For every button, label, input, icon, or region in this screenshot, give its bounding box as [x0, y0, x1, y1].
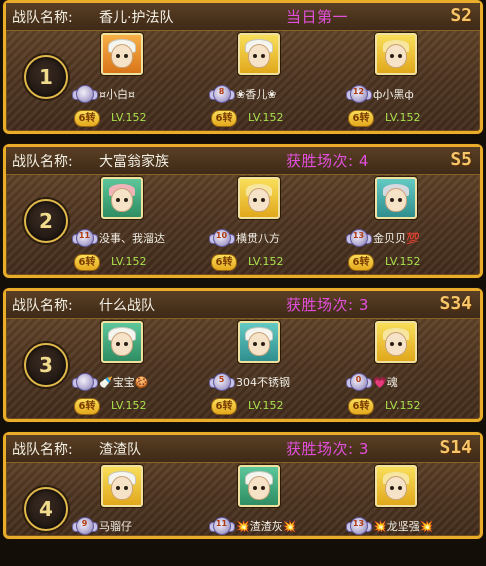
member-slot[interactable]: 5 304不锈钢 6转 LV.152 — [209, 318, 351, 422]
team-card-1[interactable]: 战队名称: 香儿·护法队 当日第一 S2 1 ¤小白¤ 6转 LV.152 8 … — [3, 0, 483, 134]
player-avatar[interactable] — [101, 465, 143, 507]
rank-badge: 4 — [24, 487, 68, 531]
member-slot[interactable]: 11 💥渣渣灰💥 — [209, 462, 351, 566]
player-level: LV.152 — [248, 111, 284, 124]
team-name-label: 战队名称: — [12, 442, 73, 458]
player-avatar[interactable] — [375, 33, 417, 75]
team-status: 当日第一 — [286, 8, 349, 26]
team-header: 战队名称: 大富翁家族 获胜场次: 4 S5 — [6, 147, 480, 175]
player-avatar[interactable] — [375, 177, 417, 219]
player-name: 💥龙坚强💥 — [373, 520, 434, 533]
server-tag: S34 — [439, 293, 472, 314]
member-slot[interactable]: 11 没事、我溜达 6转 LV.152 — [72, 174, 214, 278]
vip-badge-icon: 10 — [209, 228, 235, 248]
player-avatar[interactable] — [238, 177, 280, 219]
member-slot[interactable]: 10 横贯八方 6转 LV.152 — [209, 174, 351, 278]
team-status: 获胜场次: 3 — [286, 296, 369, 314]
player-level: LV.152 — [111, 255, 147, 268]
rank-badge: 3 — [24, 343, 68, 387]
server-tag: S2 — [450, 5, 472, 26]
team-name-label: 战队名称: — [12, 298, 73, 314]
rebirth-badge: 6转 — [74, 398, 100, 415]
team-card-3[interactable]: 战队名称: 什么战队 获胜场次: 3 S34 3 🍼宝宝🍪 6转 LV.152 … — [3, 288, 483, 422]
vip-badge-icon: 11 — [72, 228, 98, 248]
player-name: 💥渣渣灰💥 — [236, 520, 297, 533]
player-level: LV.152 — [248, 399, 284, 412]
player-name: ¤小白¤ — [99, 88, 135, 101]
vip-badge-icon — [72, 372, 98, 392]
team-card-4[interactable]: 战队名称: 渣渣队 获胜场次: 3 S14 4 9 马骝仔 11 💥渣渣灰💥 1… — [3, 432, 483, 539]
team-name: 大富翁家族 — [99, 154, 169, 170]
team-name: 渣渣队 — [99, 442, 141, 458]
rebirth-badge: 6转 — [348, 110, 374, 127]
player-avatar[interactable] — [238, 321, 280, 363]
team-card-2[interactable]: 战队名称: 大富翁家族 获胜场次: 4 S5 2 11 没事、我溜达 6转 LV… — [3, 144, 483, 278]
player-name: 🍼宝宝🍪 — [99, 376, 149, 389]
player-name: 横贯八方 — [236, 232, 280, 245]
team-ranking-board: 战队名称: 香儿·护法队 当日第一 S2 1 ¤小白¤ 6转 LV.152 8 … — [0, 0, 486, 539]
rank-badge: 2 — [24, 199, 68, 243]
player-avatar[interactable] — [238, 465, 280, 507]
player-level: LV.152 — [385, 399, 421, 412]
vip-badge-icon: 0 — [346, 372, 372, 392]
vip-badge-icon: 13 — [346, 516, 372, 536]
rebirth-badge: 6转 — [74, 254, 100, 271]
player-name: 304不锈钢 — [236, 376, 290, 389]
member-slot[interactable]: 13 💥龙坚强💥 — [346, 462, 486, 566]
team-status: 获胜场次: 4 — [286, 152, 369, 170]
vip-badge-icon: 8 — [209, 84, 235, 104]
player-name: ❀香儿❀ — [236, 88, 277, 101]
team-header: 战队名称: 渣渣队 获胜场次: 3 S14 — [6, 435, 480, 463]
player-level: LV.152 — [111, 111, 147, 124]
player-avatar[interactable] — [375, 321, 417, 363]
member-slot[interactable]: 13 金贝贝💯 6转 LV.152 — [346, 174, 486, 278]
player-avatar[interactable] — [375, 465, 417, 507]
vip-badge-icon: 11 — [209, 516, 235, 536]
rebirth-badge: 6转 — [211, 254, 237, 271]
vip-badge-icon — [72, 84, 98, 104]
player-name: 💗魂 — [373, 376, 398, 389]
team-header: 战队名称: 香儿·护法队 当日第一 S2 — [6, 3, 480, 31]
player-name: 没事、我溜达 — [99, 232, 165, 245]
member-slot[interactable]: 8 ❀香儿❀ 6转 LV.152 — [209, 30, 351, 134]
team-name-label: 战队名称: — [12, 154, 73, 170]
team-name: 什么战队 — [99, 298, 155, 314]
player-name: ф小黑ф — [373, 88, 414, 101]
vip-badge-icon: 12 — [346, 84, 372, 104]
player-level: LV.152 — [248, 255, 284, 268]
server-tag: S5 — [450, 149, 472, 170]
player-name: 马骝仔 — [99, 520, 132, 533]
player-avatar[interactable] — [101, 321, 143, 363]
member-slot[interactable]: ¤小白¤ 6转 LV.152 — [72, 30, 214, 134]
member-slot[interactable]: 9 马骝仔 — [72, 462, 214, 566]
rebirth-badge: 6转 — [348, 254, 374, 271]
vip-badge-icon: 9 — [72, 516, 98, 536]
member-slot[interactable]: 0 💗魂 6转 LV.152 — [346, 318, 486, 422]
player-avatar[interactable] — [101, 177, 143, 219]
team-header: 战队名称: 什么战队 获胜场次: 3 S34 — [6, 291, 480, 319]
player-level: LV.152 — [385, 111, 421, 124]
team-name-label: 战队名称: — [12, 10, 73, 26]
rebirth-badge: 6转 — [74, 110, 100, 127]
rank-badge: 1 — [24, 55, 68, 99]
player-name: 金贝贝💯 — [373, 232, 420, 245]
player-avatar[interactable] — [238, 33, 280, 75]
team-name: 香儿·护法队 — [99, 10, 174, 26]
team-status: 获胜场次: 3 — [286, 440, 369, 458]
vip-badge-icon: 13 — [346, 228, 372, 248]
member-slot[interactable]: 🍼宝宝🍪 6转 LV.152 — [72, 318, 214, 422]
player-level: LV.152 — [111, 399, 147, 412]
rebirth-badge: 6转 — [211, 398, 237, 415]
rebirth-badge: 6转 — [348, 398, 374, 415]
server-tag: S14 — [439, 437, 472, 458]
vip-badge-icon: 5 — [209, 372, 235, 392]
rebirth-badge: 6转 — [211, 110, 237, 127]
member-slot[interactable]: 12 ф小黑ф 6转 LV.152 — [346, 30, 486, 134]
player-avatar[interactable] — [101, 33, 143, 75]
player-level: LV.152 — [385, 255, 421, 268]
